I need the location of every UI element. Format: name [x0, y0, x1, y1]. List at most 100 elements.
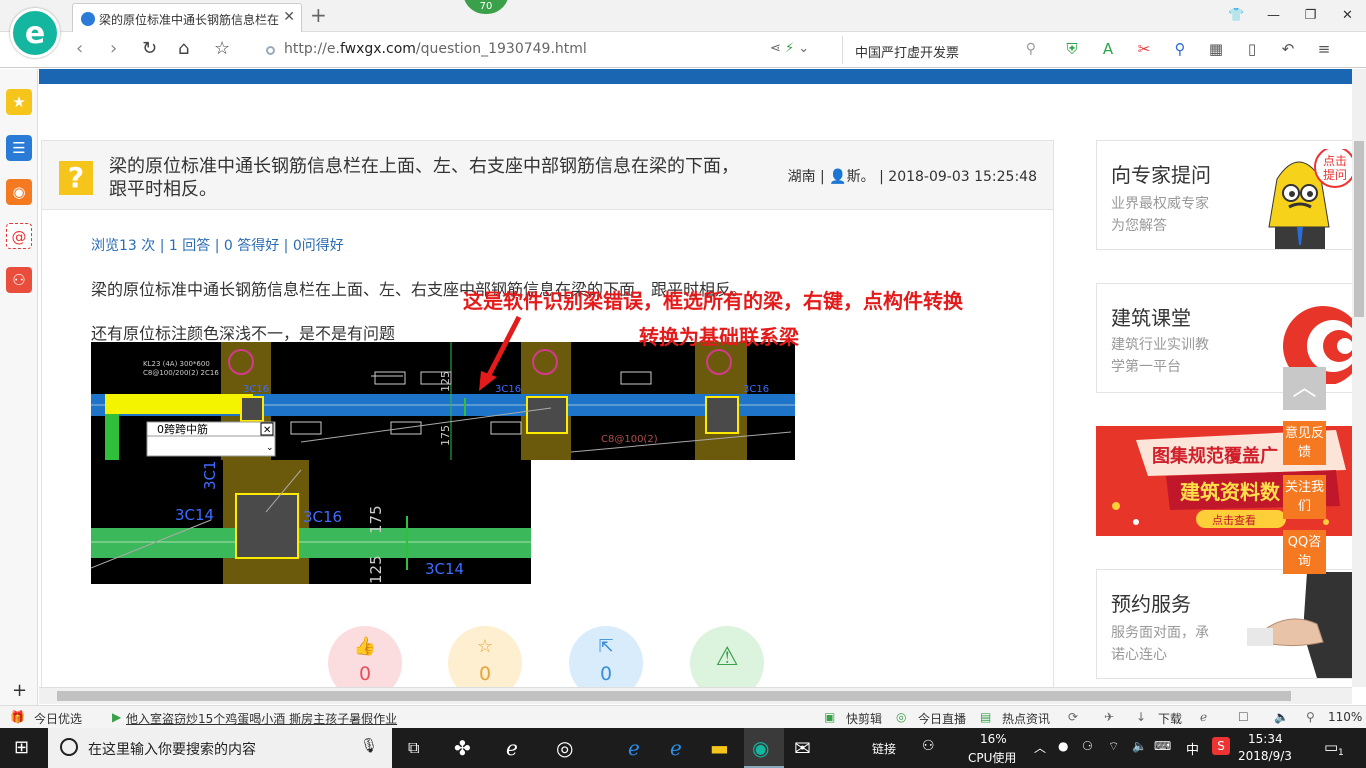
reader-icon[interactable]: ▯ [1240, 40, 1264, 58]
shield-icon[interactable]: ⛨ [1060, 40, 1084, 58]
microphone-icon[interactable]: 🎙 [360, 738, 378, 754]
horizontal-scroll-thumb[interactable] [57, 691, 1291, 701]
share-icon: ⇱ [598, 636, 614, 657]
edge-icon[interactable]: ℯ [628, 736, 640, 760]
live-link[interactable]: 今日直播 [918, 710, 966, 727]
search-input[interactable]: 中国严打虚开发票 ⚲ [842, 36, 1044, 64]
tool-icon-2[interactable]: ✈ [1104, 710, 1114, 724]
news-link[interactable]: 他入室盗窃炒15个鸡蛋喝小酒 撕房主孩子暑假作业 [126, 710, 397, 727]
taskbar-link[interactable]: 链接 [872, 740, 896, 757]
download-icon[interactable]: ↓ [1136, 710, 1146, 724]
score-badge[interactable]: 70 [463, 0, 509, 14]
file-explorer-icon[interactable]: ▬ [710, 736, 729, 760]
question-stats: 浏览13 次 | 1 回答 | 0 答得好 | 0问得好 [91, 238, 344, 254]
horizontal-scrollbar[interactable] [39, 687, 1352, 704]
game-icon[interactable]: ⚇ [6, 267, 32, 293]
window-icon[interactable]: ☐ [1238, 710, 1249, 724]
undo-icon[interactable]: ↶ [1276, 40, 1300, 58]
tool-icon-1[interactable]: ⟳ [1068, 710, 1078, 724]
report-count [690, 672, 764, 678]
follow-us-button[interactable]: 关注我们 [1283, 475, 1326, 519]
people-icon[interactable]: ⚇ [922, 738, 935, 754]
ie-icon[interactable]: ℯ [670, 736, 682, 760]
banner-button[interactable]: 点击查看 [1212, 512, 1256, 528]
ime-indicator[interactable]: 中 [1186, 739, 1199, 758]
task-view-icon[interactable]: ⧉ [408, 738, 419, 758]
clock-time[interactable]: 15:34 [1248, 732, 1283, 746]
volume-icon[interactable]: 🔈 [1132, 739, 1147, 753]
like-button[interactable]: 👍 0 [328, 626, 402, 687]
vertical-scrollbar[interactable] [1352, 69, 1366, 687]
user-name[interactable]: 斯。 [847, 169, 875, 185]
cad-screenshot-top[interactable]: 0跨跨中筋 ✕ ⌄ 3C16 3C16 C8@100(2) 3C16 125 1… [91, 342, 795, 460]
apps-icon[interactable]: ▦ [1204, 40, 1228, 58]
back-to-top-button[interactable]: ︿ [1283, 367, 1326, 410]
vertical-scroll-thumb[interactable] [1354, 141, 1364, 317]
weibo-icon[interactable]: ◉ [6, 179, 32, 205]
search-icon[interactable]: ⚲ [1026, 41, 1036, 57]
qq-consult-button[interactable]: QQ咨询 [1283, 530, 1326, 574]
menu-icon[interactable]: ≡ [1312, 40, 1336, 58]
close-button[interactable]: ✕ [1329, 0, 1366, 32]
region[interactable]: 湖南 [788, 169, 816, 185]
wifi-icon[interactable]: ⌔ [1108, 739, 1119, 754]
favorite-star-icon[interactable]: ☆ [214, 38, 230, 59]
favorite-button[interactable]: ☆ 0 [448, 626, 522, 687]
share-icon[interactable]: ⋖ ⚡ ⌄ [770, 41, 809, 56]
hot-news-link[interactable]: 热点资讯 [1002, 710, 1050, 727]
tray-icon-2[interactable]: ⚆ [1082, 739, 1093, 753]
ie-app-icon[interactable]: ℯ [506, 736, 518, 760]
today-picks[interactable]: 今日优选 [34, 710, 82, 727]
fan-app-icon[interactable]: ✤ [454, 736, 471, 760]
url-path: /question_1930749.html [415, 41, 587, 57]
clock-date[interactable]: 2018/9/3 [1238, 749, 1292, 763]
sogou-icon[interactable]: S [1212, 737, 1230, 755]
booking-card[interactable]: 预约服务 服务面对面，承 诺心连心 [1096, 569, 1352, 679]
url-field[interactable]: http://e.fwxgx.com/question_1930749.html [258, 38, 838, 62]
keyboard-icon[interactable]: ⌨ [1154, 739, 1171, 753]
reading-list-icon[interactable]: ☰ [6, 135, 32, 161]
search-text: 中国严打虚开发票 [855, 46, 960, 61]
quickclip-icon: ▣ [824, 710, 836, 724]
download-link[interactable]: 下载 [1158, 710, 1182, 727]
mute-icon[interactable]: 🔈 [1274, 710, 1289, 724]
refresh-icon[interactable]: ↻ [142, 38, 157, 59]
feedback-button[interactable]: 意见反馈 [1283, 421, 1326, 465]
maximize-button[interactable]: ❐ [1292, 0, 1329, 32]
zoom-level[interactable]: 110% [1328, 710, 1362, 724]
back-icon[interactable]: ‹ [76, 38, 83, 59]
browser-tab[interactable]: 梁的原位标准中通长钢筋信息栏在 ✕ [72, 3, 302, 32]
booking-sub1: 服务面对面，承 [1111, 625, 1209, 641]
scissors-icon[interactable]: ✂ [1132, 40, 1156, 58]
skin-icon[interactable]: 👕 [1218, 0, 1255, 32]
translate-icon[interactable]: A [1096, 40, 1120, 58]
mail-icon[interactable]: ✉ [794, 736, 811, 760]
address-bar: ‹ › ↻ ⌂ ☆ http://e.fwxgx.com/question_19… [0, 32, 1366, 68]
browser-logo[interactable]: e [10, 8, 60, 58]
ie-mode-icon[interactable]: ℯ [1200, 710, 1207, 724]
home-icon[interactable]: ⌂ [178, 38, 189, 59]
tray-icon-1[interactable]: ● [1058, 739, 1068, 753]
find-icon[interactable]: ⚲ [1168, 40, 1192, 58]
expert-title: 向专家提问 [1111, 163, 1211, 187]
show-hidden-icon[interactable]: ︿ [1034, 739, 1046, 756]
notification-icon[interactable]: ▭ [1324, 738, 1338, 756]
email-icon[interactable]: @ [6, 223, 32, 249]
new-tab-button[interactable]: + [310, 3, 327, 27]
cad-screenshot-bottom[interactable]: 3C14 3C16 175 3C14 125 3C1 [91, 460, 531, 584]
forward-icon[interactable]: › [110, 38, 117, 59]
share-button[interactable]: ⇱ 0 [569, 626, 643, 687]
favorites-icon[interactable]: ★ [6, 89, 32, 115]
ask-expert-card[interactable]: 向专家提问 业界最权威专家 为您解答 点击 提问 [1096, 140, 1352, 250]
quickclip-link[interactable]: 快剪辑 [846, 710, 882, 727]
close-tab-icon[interactable]: ✕ [283, 9, 295, 25]
minimize-button[interactable]: — [1255, 0, 1292, 32]
report-button[interactable]: ⚠ [690, 626, 764, 687]
app-spiral-icon[interactable]: ◎ [556, 736, 573, 760]
taskbar-search[interactable]: 在这里输入你要搜索的内容 🎙 [48, 728, 392, 768]
svg-text:C8@100/200(2) 2C16: C8@100/200(2) 2C16 [143, 369, 219, 377]
zoom-search-icon[interactable]: ⚲ [1306, 710, 1315, 724]
add-sidebar-icon[interactable]: + [12, 680, 27, 701]
classroom-sub1: 建筑行业实训教 [1111, 337, 1209, 353]
windows-start-icon[interactable]: ⊞ [14, 737, 29, 758]
